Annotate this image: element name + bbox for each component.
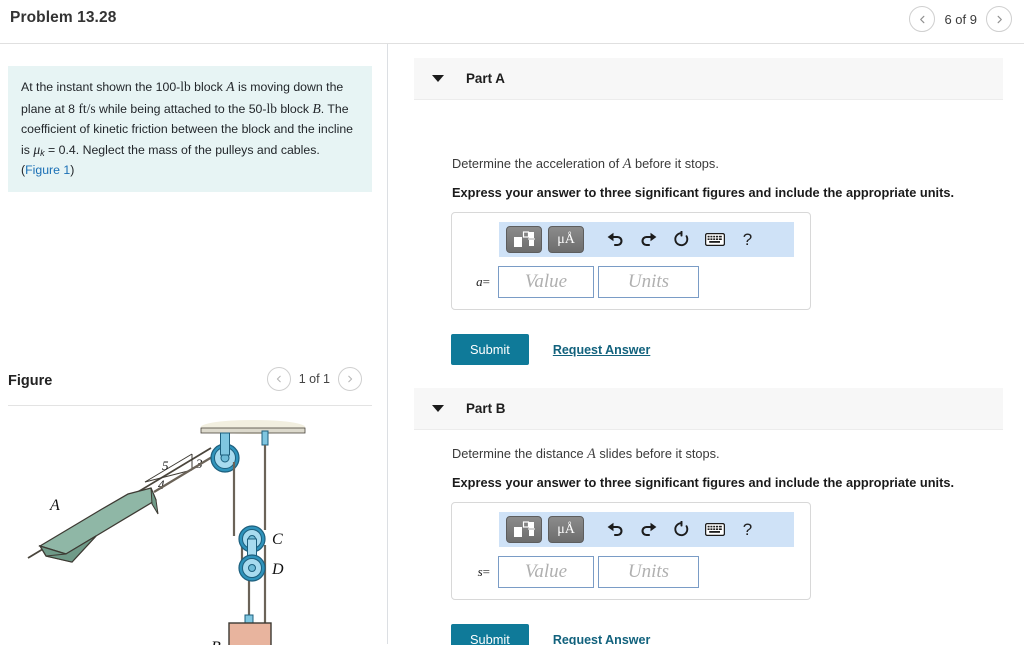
statement-text-5: while being attached to the 50- bbox=[95, 101, 267, 116]
part-a-input-row: a= Value Units bbox=[462, 266, 800, 298]
chevron-right-icon bbox=[348, 375, 353, 383]
part-b-math-toolbar: μÅ ? bbox=[499, 512, 794, 547]
part-a-request-answer-link[interactable]: Request Answer bbox=[553, 343, 650, 357]
problem-pager-label: 6 of 9 bbox=[944, 11, 977, 27]
figure-label-b: B bbox=[211, 639, 221, 645]
problem-statement: At the instant shown the 100-lb block A … bbox=[8, 66, 372, 192]
part-a-submit-button[interactable]: Submit bbox=[451, 334, 529, 365]
figure-pager-label: 1 of 1 bbox=[298, 372, 330, 386]
part-b-label: Part B bbox=[466, 401, 506, 416]
reset-icon[interactable] bbox=[668, 226, 695, 253]
problem-pager: 6 of 9 bbox=[909, 6, 1012, 32]
top-bar: Problem 13.28 6 of 9 bbox=[0, 0, 1024, 44]
block-b bbox=[228, 622, 272, 645]
part-b-prompt-before: Determine the distance bbox=[452, 446, 588, 461]
part-a-label: Part A bbox=[466, 71, 505, 86]
statement-text-2: block bbox=[190, 80, 227, 94]
keyboard-icon[interactable] bbox=[701, 226, 728, 253]
help-icon[interactable]: ? bbox=[734, 516, 761, 543]
reset-icon[interactable] bbox=[668, 516, 695, 543]
unit-lb-1: lb bbox=[180, 79, 191, 94]
ceiling bbox=[200, 420, 306, 434]
figure-label-d: D bbox=[271, 561, 284, 578]
figure-image[interactable]: 5 4 3 A bbox=[6, 412, 384, 645]
statement-text-3: is moving down bbox=[234, 80, 323, 94]
math-template-icon[interactable] bbox=[506, 516, 542, 543]
unit-ft-per-s: ft/s bbox=[78, 100, 96, 116]
part-header-b[interactable]: Part B bbox=[414, 388, 1003, 430]
slope-label-5: 5 bbox=[162, 458, 169, 473]
caret-down-icon[interactable] bbox=[432, 75, 444, 82]
math-template-icon[interactable] bbox=[506, 226, 542, 253]
part-b-input-row: s= Value Units bbox=[462, 556, 800, 588]
figure-link[interactable]: Figure 1 bbox=[25, 163, 70, 177]
part-a-actions: Submit Request Answer bbox=[451, 334, 650, 365]
figure-pager: 1 of 1 bbox=[266, 367, 362, 391]
left-pane: At the instant shown the 100-lb block A … bbox=[0, 44, 388, 645]
figure-label-c: C bbox=[272, 531, 283, 548]
slope-triangle: 5 4 3 bbox=[144, 453, 203, 492]
block-b-hook bbox=[244, 614, 254, 624]
part-a-prompt-after: before it stops. bbox=[631, 156, 719, 171]
part-a-value-input[interactable]: Value bbox=[498, 266, 594, 298]
part-a-prompt-before: Determine the acceleration of bbox=[452, 156, 623, 171]
right-pane: Part A Determine the acceleration of A b… bbox=[389, 44, 1024, 645]
statement-text-11: ) bbox=[70, 162, 75, 177]
redo-icon[interactable] bbox=[635, 516, 662, 543]
keyboard-icon[interactable] bbox=[701, 516, 728, 543]
part-b-request-answer-link[interactable]: Request Answer bbox=[553, 633, 650, 645]
units-icon[interactable]: μÅ bbox=[548, 226, 584, 253]
unit-lb-2: lb bbox=[266, 100, 277, 116]
part-a-variable-label: a= bbox=[462, 274, 498, 290]
figure-divider bbox=[8, 405, 372, 406]
part-a-prompt: Determine the acceleration of A before i… bbox=[452, 156, 719, 173]
chevron-left-icon bbox=[276, 375, 281, 383]
prev-problem-button[interactable] bbox=[909, 6, 936, 32]
variable-b: B bbox=[312, 100, 321, 116]
part-header-a[interactable]: Part A bbox=[414, 58, 1003, 100]
part-b-equals: = bbox=[482, 564, 490, 579]
part-a-instruction: Express your answer to three significant… bbox=[452, 185, 955, 200]
statement-text-1: At the instant shown the 100- bbox=[21, 80, 181, 94]
part-a-math-toolbar: μÅ ? bbox=[499, 222, 794, 257]
pulley-d bbox=[238, 554, 266, 582]
help-icon[interactable]: ? bbox=[734, 226, 761, 253]
caret-down-icon[interactable] bbox=[432, 405, 444, 412]
prev-figure-button[interactable] bbox=[266, 367, 291, 391]
part-b-submit-button[interactable]: Submit bbox=[451, 624, 529, 645]
statement-text-6: block bbox=[280, 101, 313, 116]
part-a-equals: = bbox=[482, 274, 490, 289]
undo-icon[interactable] bbox=[602, 516, 629, 543]
part-b-instruction: Express your answer to three significant… bbox=[452, 475, 955, 490]
content-area: At the instant shown the 100-lb block A … bbox=[0, 44, 1024, 645]
redo-icon[interactable] bbox=[635, 226, 662, 253]
next-problem-button[interactable] bbox=[986, 6, 1012, 32]
variable-a-1: A bbox=[226, 79, 235, 94]
chevron-right-icon bbox=[997, 15, 1002, 23]
undo-icon[interactable] bbox=[602, 226, 629, 253]
part-b-answer-box: μÅ ? s= Value Units bbox=[451, 502, 811, 600]
part-b-prompt-after: slides before it stops. bbox=[595, 446, 720, 461]
part-a-answer-box: μÅ ? a= Value Units bbox=[451, 212, 811, 310]
part-b-value-input[interactable]: Value bbox=[498, 556, 594, 588]
next-figure-button[interactable] bbox=[338, 367, 362, 391]
right-ceiling-anchor bbox=[261, 430, 269, 446]
part-a-units-input[interactable]: Units bbox=[598, 266, 699, 298]
figure-label-a: A bbox=[49, 497, 60, 514]
part-b-prompt-variable: A bbox=[587, 446, 596, 462]
part-b-variable-label: s= bbox=[462, 564, 498, 580]
pulley-system-diagram: 5 4 3 A bbox=[27, 420, 306, 645]
statement-text-9: = 0.4. Neglect the mass of the bbox=[44, 142, 212, 157]
part-b-actions: Submit Request Answer bbox=[451, 624, 650, 645]
units-icon[interactable]: μÅ bbox=[548, 516, 584, 543]
part-b-units-input[interactable]: Units bbox=[598, 556, 699, 588]
part-b-prompt: Determine the distance A slides before i… bbox=[452, 446, 720, 463]
figure-title: Figure bbox=[8, 373, 53, 389]
page-title: Problem 13.28 bbox=[10, 9, 117, 26]
chevron-left-icon bbox=[920, 15, 925, 23]
figure-header: Figure 1 of 1 bbox=[8, 367, 372, 405]
